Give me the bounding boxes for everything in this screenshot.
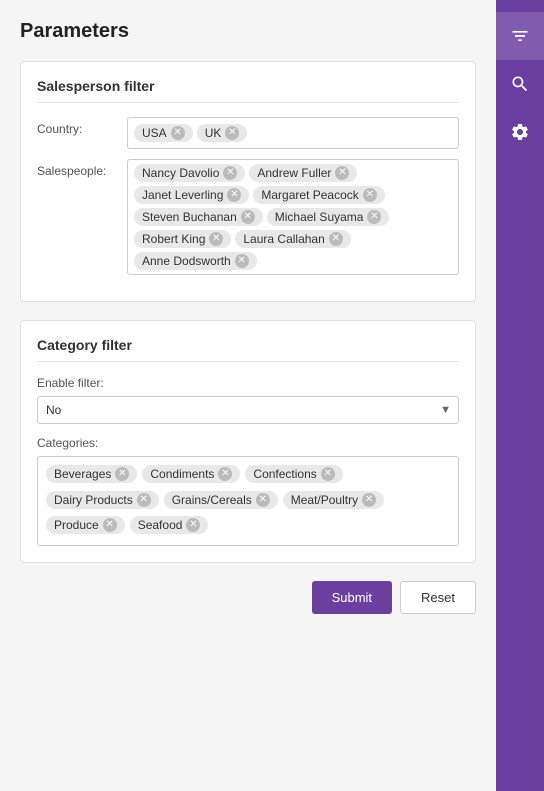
tag-laura-text: Laura Callahan	[243, 232, 324, 246]
page-title: Parameters	[20, 20, 476, 43]
category-filter-card: Category filter Enable filter: No Yes ▼ …	[20, 320, 476, 563]
tag-condiments-remove[interactable]: ✕	[218, 467, 232, 481]
tag-uk-text: UK	[205, 126, 222, 140]
sidebar-settings-icon[interactable]	[496, 108, 544, 156]
tag-steven: Steven Buchanan ✕	[134, 208, 263, 226]
country-label: Country:	[37, 117, 127, 136]
tag-beverages-text: Beverages	[54, 467, 111, 481]
tag-condiments: Condiments ✕	[142, 465, 240, 483]
tag-confections-remove[interactable]: ✕	[321, 467, 335, 481]
tag-andrew: Andrew Fuller ✕	[249, 164, 357, 182]
tag-confections: Confections ✕	[245, 465, 342, 483]
tag-steven-text: Steven Buchanan	[142, 210, 237, 224]
tag-laura: Laura Callahan ✕	[235, 230, 350, 248]
enable-filter-label: Enable filter:	[37, 376, 459, 390]
tag-grains-remove[interactable]: ✕	[256, 493, 270, 507]
tag-meat-text: Meat/Poultry	[291, 493, 358, 507]
category-filter-title: Category filter	[37, 337, 459, 362]
salespeople-label: Salespeople:	[37, 159, 127, 178]
search-icon	[510, 74, 530, 94]
salesperson-filter-card: Salesperson filter Country: USA ✕ UK ✕ S…	[20, 61, 476, 302]
enable-filter-select[interactable]: No Yes	[37, 396, 459, 424]
tag-grains-text: Grains/Cereals	[172, 493, 252, 507]
tag-margaret-remove[interactable]: ✕	[363, 188, 377, 202]
tag-janet: Janet Leverling ✕	[134, 186, 249, 204]
tag-dairy-remove[interactable]: ✕	[137, 493, 151, 507]
tag-anne: Anne Dodsworth ✕	[134, 252, 257, 270]
tag-michael-text: Michael Suyama	[275, 210, 364, 224]
tag-steven-remove[interactable]: ✕	[241, 210, 255, 224]
filter-icon	[510, 26, 530, 46]
tag-seafood-text: Seafood	[138, 518, 183, 532]
tag-meat: Meat/Poultry ✕	[283, 491, 384, 509]
categories-box[interactable]: Beverages ✕ Condiments ✕ Confections ✕ D…	[37, 456, 459, 546]
tag-margaret: Margaret Peacock ✕	[253, 186, 384, 204]
country-tags-box[interactable]: USA ✕ UK ✕	[127, 117, 459, 149]
tag-laura-remove[interactable]: ✕	[329, 232, 343, 246]
tag-margaret-text: Margaret Peacock	[261, 188, 358, 202]
categories-label: Categories:	[37, 436, 459, 450]
tag-produce-remove[interactable]: ✕	[103, 518, 117, 532]
tag-dairy: Dairy Products ✕	[46, 491, 159, 509]
tag-usa: USA ✕	[134, 124, 193, 142]
tag-anne-text: Anne Dodsworth	[142, 254, 231, 268]
tag-michael-remove[interactable]: ✕	[367, 210, 381, 224]
tag-dairy-text: Dairy Products	[54, 493, 133, 507]
tag-andrew-text: Andrew Fuller	[257, 166, 331, 180]
tag-andrew-remove[interactable]: ✕	[335, 166, 349, 180]
tag-nancy-remove[interactable]: ✕	[223, 166, 237, 180]
tag-janet-text: Janet Leverling	[142, 188, 223, 202]
tag-seafood: Seafood ✕	[130, 516, 209, 534]
salespeople-field-row: Salespeople: Nancy Davolio ✕ Andrew Full…	[37, 159, 459, 275]
tag-beverages-remove[interactable]: ✕	[115, 467, 129, 481]
tag-anne-remove[interactable]: ✕	[235, 254, 249, 268]
tag-grains: Grains/Cereals ✕	[164, 491, 278, 509]
main-content: Parameters Salesperson filter Country: U…	[0, 0, 496, 791]
tag-nancy-text: Nancy Davolio	[142, 166, 219, 180]
enable-filter-select-wrapper: No Yes ▼	[37, 396, 459, 424]
tag-uk-remove[interactable]: ✕	[225, 126, 239, 140]
settings-icon	[510, 122, 530, 142]
tag-usa-text: USA	[142, 126, 167, 140]
tag-uk: UK ✕	[197, 124, 248, 142]
tag-beverages: Beverages ✕	[46, 465, 137, 483]
sidebar	[496, 0, 544, 791]
tag-meat-remove[interactable]: ✕	[362, 493, 376, 507]
tag-seafood-remove[interactable]: ✕	[186, 518, 200, 532]
sidebar-search-icon[interactable]	[496, 60, 544, 108]
tag-produce-text: Produce	[54, 518, 99, 532]
tag-janet-remove[interactable]: ✕	[227, 188, 241, 202]
salesperson-filter-title: Salesperson filter	[37, 78, 459, 103]
tag-nancy: Nancy Davolio ✕	[134, 164, 245, 182]
tag-usa-remove[interactable]: ✕	[171, 126, 185, 140]
tag-produce: Produce ✕	[46, 516, 125, 534]
country-field-row: Country: USA ✕ UK ✕	[37, 117, 459, 149]
tag-confections-text: Confections	[253, 467, 316, 481]
tag-robert-remove[interactable]: ✕	[209, 232, 223, 246]
tag-condiments-text: Condiments	[150, 467, 214, 481]
footer-buttons: Submit Reset	[20, 581, 476, 614]
tag-robert: Robert King ✕	[134, 230, 231, 248]
reset-button[interactable]: Reset	[400, 581, 476, 614]
tag-michael: Michael Suyama ✕	[267, 208, 390, 226]
sidebar-filter-icon[interactable]	[496, 12, 544, 60]
salespeople-tags-box[interactable]: Nancy Davolio ✕ Andrew Fuller ✕ Janet Le…	[127, 159, 459, 275]
submit-button[interactable]: Submit	[312, 581, 392, 614]
tag-robert-text: Robert King	[142, 232, 205, 246]
